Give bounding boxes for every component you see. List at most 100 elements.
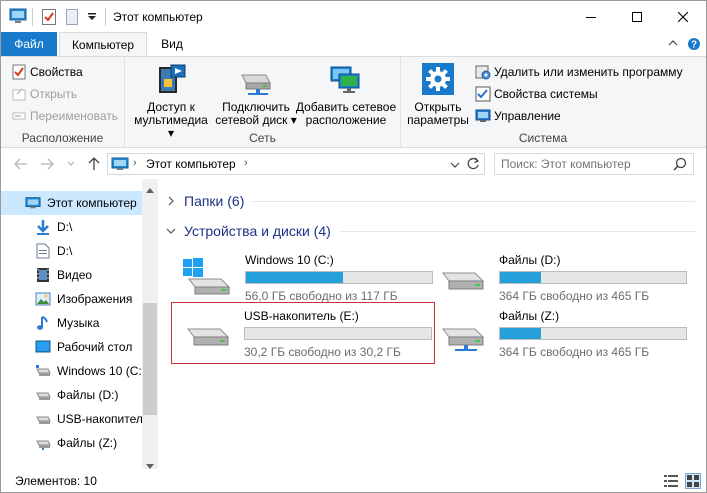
close-icon <box>678 11 688 22</box>
drive-usage-fill <box>500 328 541 339</box>
add-network-location-button[interactable]: Добавить сетевое расположение <box>295 61 397 127</box>
chevron-down-icon[interactable] <box>87 11 97 29</box>
nav-item-desktop[interactable]: Рабочий стол <box>1 335 144 359</box>
manage-label: Управление <box>494 109 561 123</box>
devices-header-label: Устройства и диски (4) <box>184 223 331 239</box>
separator <box>32 8 33 26</box>
open-button[interactable]: Открыть <box>11 84 77 104</box>
tiles-view-icon[interactable] <box>685 473 701 489</box>
drive-tile-c[interactable]: Windows 10 (C:) 56,0 ГБ свободно из 117 … <box>173 247 435 307</box>
nav-item-videos[interactable]: Видео <box>1 263 144 287</box>
properties-button[interactable]: Свойства <box>11 62 83 82</box>
tab-view[interactable]: Вид <box>151 32 193 56</box>
nav-item-downloads[interactable]: D:\ <box>1 215 144 239</box>
nav-item-label: Рабочий стол <box>57 340 133 354</box>
folders-group-header[interactable]: Папки (6) <box>162 189 695 213</box>
open-settings-button[interactable]: Открыть параметры <box>405 61 471 127</box>
devices-group-header[interactable]: Устройства и диски (4) <box>162 219 695 243</box>
nav-item-drive-z[interactable]: Файлы (Z:) <box>1 431 144 455</box>
scrollbar-thumb[interactable] <box>143 303 157 415</box>
system-properties-icon <box>475 86 491 102</box>
nav-item-pictures[interactable]: Изображения <box>1 287 144 311</box>
uninstall-icon <box>475 64 491 80</box>
document-icon <box>35 243 51 259</box>
details-view-icon[interactable] <box>663 473 679 489</box>
recent-dropdown-icon[interactable] <box>63 156 79 172</box>
manage-icon <box>475 108 491 124</box>
tab-file[interactable]: Файл <box>1 32 57 56</box>
minimize-button[interactable] <box>568 1 614 32</box>
ribbon-tabs: Файл Компьютер Вид ? <box>1 32 706 57</box>
nav-item-label: USB-накопитель <box>57 412 144 426</box>
download-arrow-icon <box>35 219 51 235</box>
windows-drive-icon <box>181 257 233 297</box>
scroll-down-icon[interactable] <box>146 459 154 469</box>
properties-quick-icon[interactable] <box>41 8 57 26</box>
up-arrow-icon[interactable] <box>86 156 102 172</box>
add-location-label-2: расположение <box>305 113 387 127</box>
computer-icon <box>9 8 27 26</box>
nav-item-usb[interactable]: USB-накопитель <box>1 407 144 431</box>
refresh-icon[interactable] <box>466 157 480 174</box>
separator <box>105 8 106 26</box>
breadcrumb-chevron-icon[interactable]: › <box>244 157 248 169</box>
scroll-up-icon[interactable] <box>146 182 154 196</box>
system-properties-button[interactable]: Свойства системы <box>475 84 598 104</box>
explorer-window: Этот компьютер Файл Компьютер Вид ? Свой… <box>0 0 707 493</box>
close-button[interactable] <box>660 1 706 32</box>
gear-icon <box>420 61 456 97</box>
media-access-button[interactable]: Доступ к мультимедиа ▾ <box>131 61 211 140</box>
computer-icon <box>25 195 41 211</box>
drive-usage-bar <box>499 271 687 284</box>
svg-text:?: ? <box>691 40 697 51</box>
nav-item-label: Изображения <box>57 292 133 306</box>
help-icon[interactable]: ? <box>687 37 701 54</box>
maximize-icon <box>632 11 642 22</box>
drive-usage-bar <box>245 271 433 284</box>
drive-tile-z[interactable]: Файлы (Z:) 364 ГБ свободно из 465 ГБ <box>427 303 689 363</box>
drive-free-space: 364 ГБ свободно из 465 ГБ <box>499 345 650 359</box>
search-box[interactable] <box>494 153 694 175</box>
video-icon <box>35 267 51 283</box>
search-icon[interactable] <box>673 157 687 174</box>
back-arrow-icon[interactable] <box>13 156 29 172</box>
nav-item-documents[interactable]: D:\ <box>1 239 144 263</box>
network-drive-icon <box>238 61 274 97</box>
nav-item-this-pc[interactable]: Этот компьютер <box>1 191 144 215</box>
chevron-down-icon <box>162 227 180 235</box>
forward-arrow-icon[interactable] <box>39 156 55 172</box>
rename-icon <box>11 108 27 124</box>
properties-label: Свойства <box>30 65 83 79</box>
uninstall-program-button[interactable]: Удалить или изменить программу <box>475 62 683 82</box>
collapse-ribbon-icon[interactable] <box>667 37 679 52</box>
status-bar: Элементов: 10 <box>1 470 706 492</box>
rename-label: Переименовать <box>30 109 118 123</box>
new-folder-quick-icon[interactable] <box>65 8 79 26</box>
nav-item-drive-c[interactable]: Windows 10 (C:) <box>1 359 144 383</box>
drive-name: Файлы (D:) <box>499 253 561 267</box>
drive-tile-d[interactable]: Файлы (D:) 364 ГБ свободно из 465 ГБ <box>427 247 689 307</box>
open-icon <box>11 86 27 102</box>
tab-computer[interactable]: Компьютер <box>59 32 147 57</box>
nav-item-drive-d[interactable]: Файлы (D:) <box>1 383 144 407</box>
breadcrumb-current[interactable]: Этот компьютер <box>146 157 236 171</box>
chevron-down-icon[interactable] <box>450 158 460 172</box>
media-icon <box>153 61 189 97</box>
map-network-drive-button[interactable]: Подключить сетевой диск ▾ <box>215 61 297 127</box>
nav-item-music[interactable]: Музыка <box>1 311 144 335</box>
drive-usage-fill <box>500 272 541 283</box>
network-location-icon <box>328 61 364 97</box>
search-input[interactable] <box>501 156 669 172</box>
rename-button[interactable]: Переименовать <box>11 106 118 126</box>
manage-button[interactable]: Управление <box>475 106 561 126</box>
breadcrumb-chevron-icon[interactable]: › <box>133 157 137 169</box>
content-pane: Папки (6) Устройства и диски (4) Windows… <box>159 179 706 469</box>
drive-usage-bar <box>499 327 687 340</box>
properties-icon <box>11 64 27 80</box>
network-drive-icon <box>435 313 487 353</box>
nav-scrollbar[interactable] <box>142 179 158 469</box>
title-bar: Этот компьютер <box>1 1 706 32</box>
maximize-button[interactable] <box>614 1 660 32</box>
address-bar[interactable]: › Этот компьютер › <box>107 153 485 175</box>
drive-tile-usb-e[interactable]: USB-накопитель (E:) 30,2 ГБ свободно из … <box>171 302 435 364</box>
